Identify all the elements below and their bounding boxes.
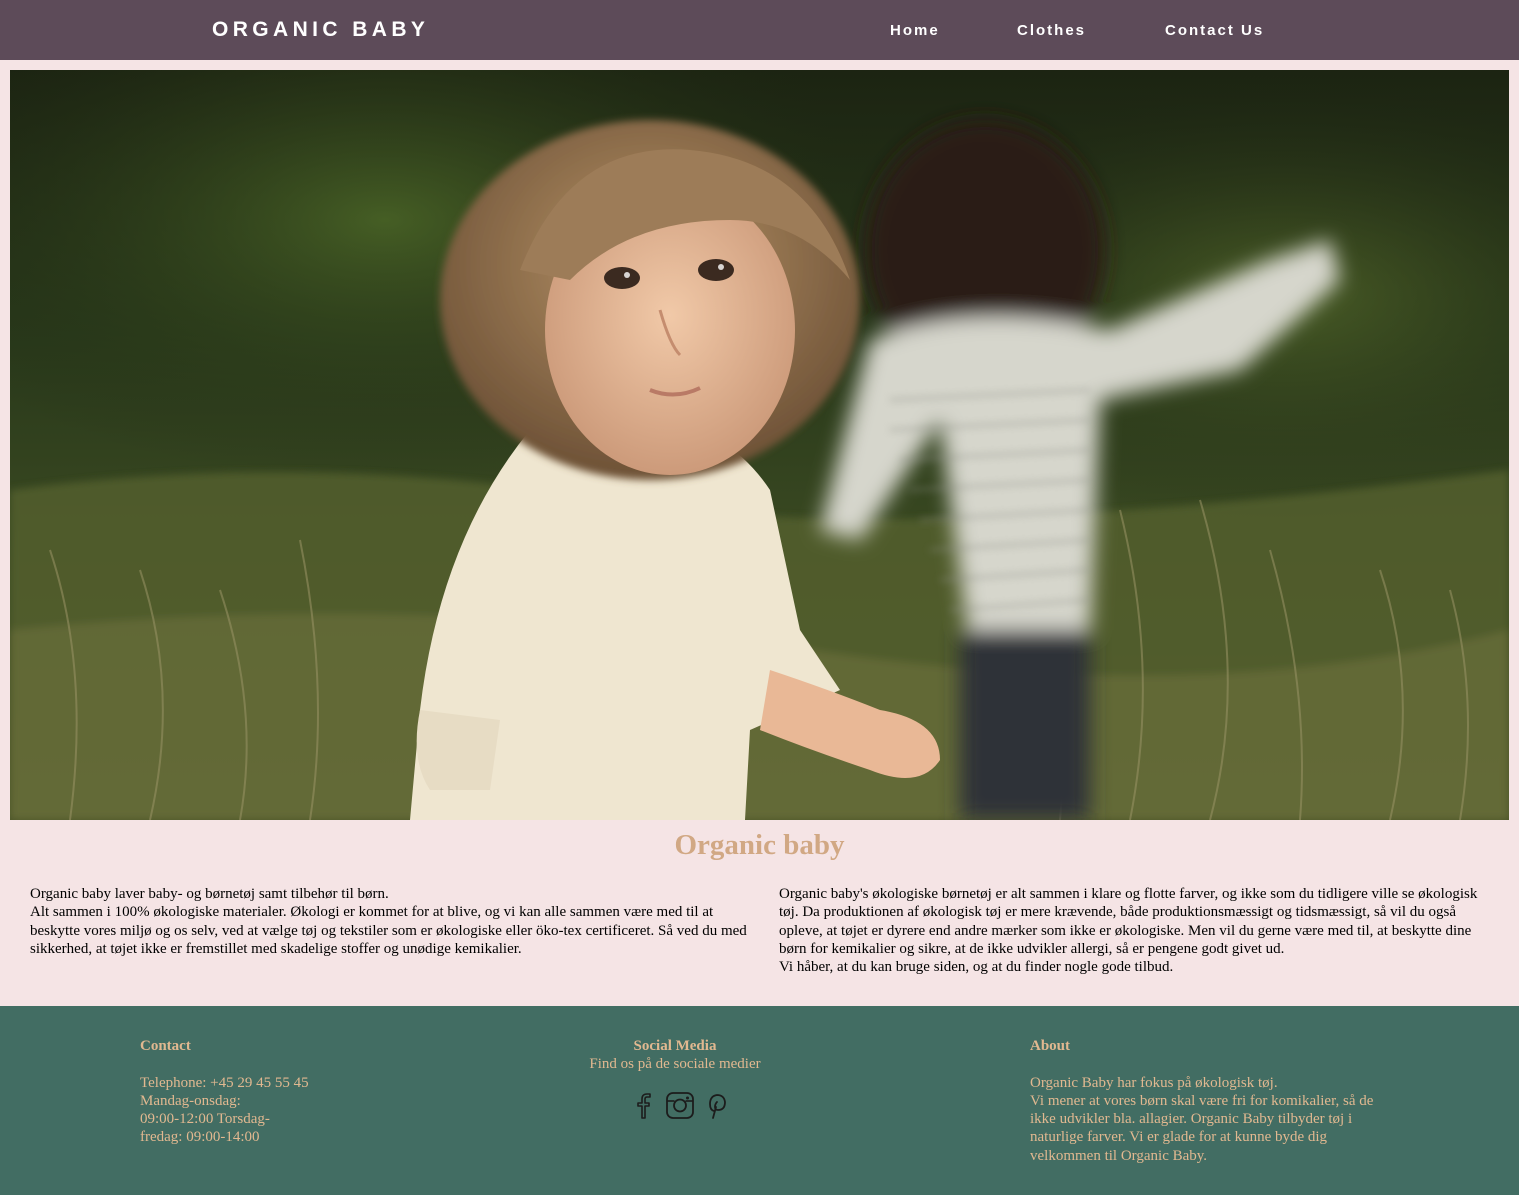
hero-photo-illustration	[10, 70, 1509, 820]
footer-about-text: Vi mener at vores børn skal være fri for…	[1030, 1092, 1374, 1164]
footer-social-subtitle: Find os på de sociale medier	[589, 1056, 761, 1073]
footer-about: About Organic Baby har fokus på økologis…	[1030, 1037, 1390, 1165]
facebook-icon[interactable]	[629, 1090, 659, 1120]
intro-paragraph-4: Vi håber, at du kan bruge siden, og at d…	[779, 959, 1174, 976]
intro-paragraph-1: Organic baby laver baby- og børnetøj sam…	[30, 886, 389, 902]
footer-social-title: Social Media	[633, 1038, 717, 1054]
footer-hours-1: Mandag-onsdag:	[140, 1092, 241, 1109]
footer-about-title: About	[1030, 1038, 1071, 1054]
pinterest-icon[interactable]	[701, 1090, 731, 1120]
brand-logo[interactable]: ORGANIC BABY	[212, 18, 429, 42]
nav-link-clothes[interactable]: Clothes	[1017, 22, 1086, 39]
navbar: ORGANIC BABY Home Clothes Contact Us	[0, 0, 1519, 60]
footer-contact-title: Contact	[140, 1038, 191, 1054]
footer-contact: Contact Telephone: +45 29 45 55 45 Manda…	[140, 1037, 340, 1147]
footer-phone: Telephone: +45 29 45 55 45	[140, 1074, 309, 1091]
hero-image	[10, 70, 1509, 820]
footer-social: Social Media Find os på de sociale medie…	[560, 1037, 790, 1074]
footer-hours-2: 09:00-12:00 Torsdag-	[140, 1111, 270, 1128]
intro-text: Organic baby laver baby- og børnetøj sam…	[30, 885, 1498, 976]
intro-title: Organic baby	[674, 829, 845, 861]
nav-link-contact-us[interactable]: Contact Us	[1165, 22, 1264, 39]
intro-paragraph-2: Alt sammen i 100% økologiske materialer.…	[30, 904, 747, 957]
intro-paragraph-3: Organic baby's økologiske børnetøj er al…	[779, 886, 1478, 957]
footer-about-line-1: Organic Baby har fokus på økologisk tøj.	[1030, 1074, 1278, 1091]
social-icons	[629, 1090, 731, 1120]
footer: Contact Telephone: +45 29 45 55 45 Manda…	[0, 1006, 1519, 1195]
instagram-icon[interactable]	[665, 1090, 695, 1120]
footer-hours-3: fredag: 09:00-14:00	[140, 1129, 260, 1146]
nav-link-home[interactable]: Home	[890, 22, 940, 39]
